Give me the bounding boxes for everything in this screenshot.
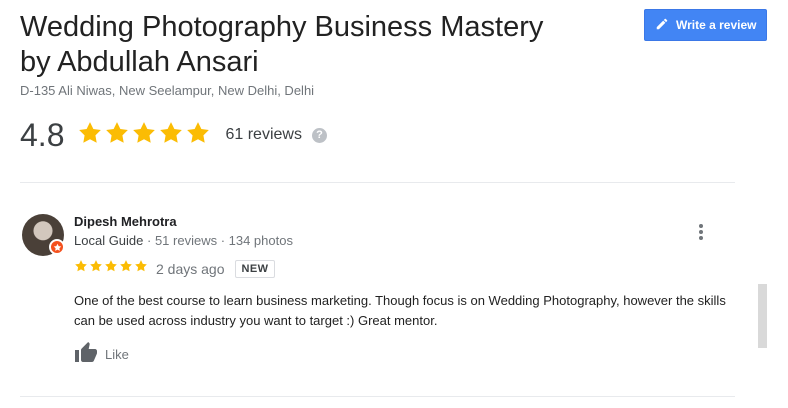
rating-value: 4.8 (20, 117, 65, 153)
local-guide-badge-icon (49, 239, 65, 255)
star-icon (104, 120, 130, 151)
new-badge: NEW (234, 259, 276, 278)
like-button[interactable]: Like (74, 341, 129, 368)
write-review-label: Write a review (676, 18, 757, 32)
divider (20, 182, 735, 183)
rating-stars (77, 120, 211, 151)
review-count: 61 reviews (225, 126, 302, 143)
review-date: 2 days ago (156, 260, 225, 277)
star-icon (74, 259, 88, 278)
rating-summary: 4.8 61 reviews ? (20, 116, 327, 154)
reviewer-name[interactable]: Dipesh Mehrotra (74, 214, 177, 229)
like-label: Like (105, 347, 129, 362)
scrollbar-thumb[interactable] (758, 284, 767, 348)
more-options-icon[interactable] (692, 222, 710, 242)
divider (20, 396, 735, 397)
reviewer-stats: · 51 reviews · 134 photos (143, 233, 293, 248)
star-icon (104, 259, 118, 278)
business-address: D-135 Ali Niwas, New Seelampur, New Delh… (20, 83, 315, 98)
local-guide-label: Local Guide (74, 233, 144, 248)
review-text: One of the best course to learn business… (74, 293, 726, 328)
star-icon (77, 120, 103, 151)
star-icon (158, 120, 184, 151)
review-rating-line: 2 days ago NEW (74, 259, 276, 278)
star-icon (134, 259, 148, 278)
help-icon[interactable]: ? (311, 127, 327, 143)
thumbs-up-icon (74, 341, 98, 368)
pencil-icon (655, 17, 669, 34)
star-icon (185, 120, 211, 151)
business-title: Wedding Photography Business Mastery by … (20, 11, 544, 78)
star-icon (89, 259, 103, 278)
star-icon (119, 259, 133, 278)
star-icon (131, 120, 157, 151)
write-review-button[interactable]: Write a review (644, 9, 767, 41)
review-stars (74, 259, 148, 278)
reviewer-meta: Local Guide · 51 reviews · 134 photos (74, 233, 293, 248)
